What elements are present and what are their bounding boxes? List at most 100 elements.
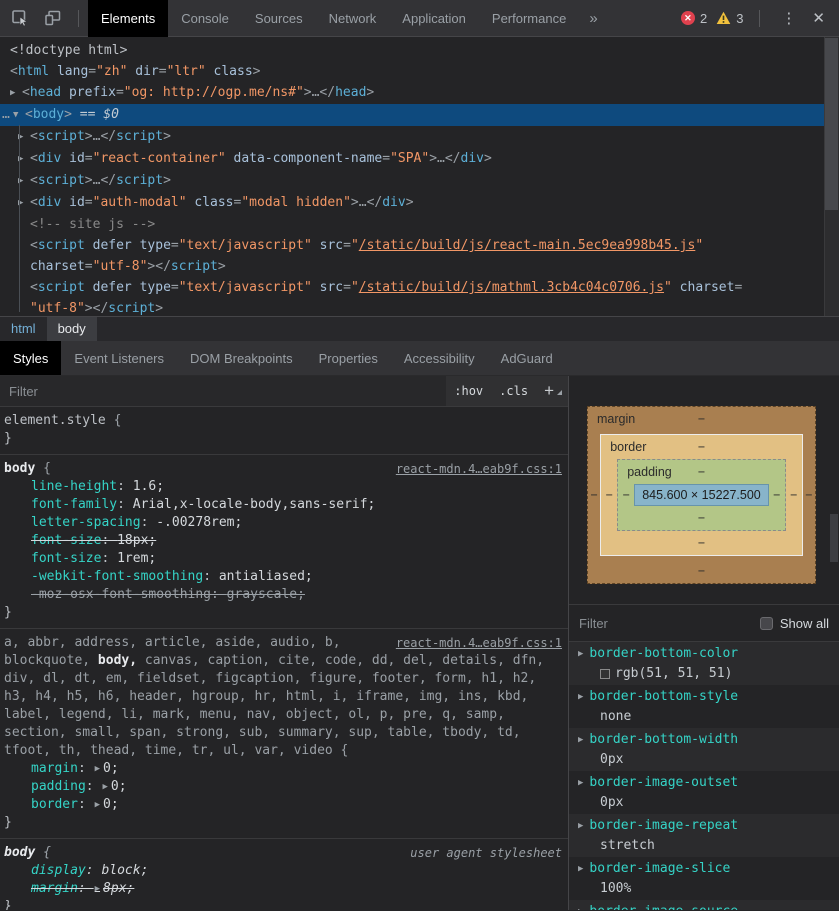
border-left-value[interactable]: − — [601, 488, 617, 502]
margin-right-value[interactable]: − — [803, 488, 815, 502]
computed-property-name[interactable]: ▶border-image-repeat — [578, 816, 839, 836]
dom-row-auth-modal[interactable]: ▶<div id="auth-modal" class="modal hidde… — [0, 192, 824, 214]
inspect-element-icon[interactable] — [7, 5, 33, 31]
dom-row-script[interactable]: ▶<script>…</script> — [0, 126, 824, 148]
breadcrumb-html[interactable]: html — [0, 317, 47, 341]
tab-console[interactable]: Console — [168, 0, 242, 37]
close-icon[interactable]: ✕ — [808, 9, 839, 27]
css-property[interactable]: margin: ▶8px; — [4, 880, 562, 898]
collapse-arrow-icon[interactable]: ▼ — [13, 105, 25, 126]
tab-elements[interactable]: Elements — [88, 0, 168, 37]
error-count[interactable]: 2 — [700, 11, 707, 26]
dom-row-doctype[interactable]: <!doctype html> — [0, 40, 824, 61]
dom-row-script[interactable]: ▶<script>…</script> — [0, 170, 824, 192]
dom-row-react-container[interactable]: ▶<div id="react-container" data-componen… — [0, 148, 824, 170]
css-property[interactable]: letter-spacing: -.00278rem; — [4, 514, 562, 532]
dom-row-script-react-main-cont[interactable]: charset="utf-8"></script> — [0, 256, 824, 277]
expand-arrow-icon[interactable]: ▶ — [578, 907, 583, 910]
margin-bottom-value[interactable]: − — [698, 564, 705, 578]
css-property[interactable]: font-size: 1rem; — [4, 550, 562, 568]
computed-property[interactable]: ▶border-bottom-colorrgb(51, 51, 51) — [569, 642, 839, 685]
toggle-hover-state-button[interactable]: :hov — [446, 384, 491, 398]
sidebar-tab-accessibility[interactable]: Accessibility — [391, 341, 488, 375]
expand-value-icon[interactable]: ▶ — [95, 884, 100, 894]
computed-property-name[interactable]: ▶border-bottom-color — [578, 644, 839, 664]
expand-arrow-icon[interactable]: ▶ — [578, 735, 583, 745]
sidebar-tab-dom-breakpoints[interactable]: DOM Breakpoints — [177, 341, 306, 375]
tab-network[interactable]: Network — [316, 0, 390, 37]
new-style-rule-button[interactable]: + — [536, 381, 568, 401]
computed-property-name[interactable]: ▶border-bottom-style — [578, 687, 839, 707]
sidebar-tab-event-listeners[interactable]: Event Listeners — [61, 341, 177, 375]
border-top-value[interactable]: − — [698, 440, 705, 454]
expand-arrow-icon[interactable]: ▶ — [10, 83, 22, 104]
dom-scrollbar-thumb[interactable] — [825, 38, 838, 210]
expand-arrow-icon[interactable]: ▶ — [578, 649, 583, 659]
css-property[interactable]: font-family: Arial,x-locale-body,sans-se… — [4, 496, 562, 514]
box-model-content[interactable]: 845.600 × 15227.500 — [634, 484, 769, 506]
computed-property-name[interactable]: ▶border-image-outset — [578, 773, 839, 793]
computed-property[interactable]: ▶border-image-outset0px — [569, 771, 839, 814]
border-right-value[interactable]: − — [786, 488, 802, 502]
dom-scrollbar-track[interactable] — [824, 37, 839, 316]
computed-property[interactable]: ▶border-bottom-width0px — [569, 728, 839, 771]
box-model-margin[interactable]: margin − − border − − — [587, 406, 816, 584]
toggle-class-button[interactable]: .cls — [491, 384, 536, 398]
expand-arrow-icon[interactable]: ▶ — [578, 864, 583, 874]
computed-property-name[interactable]: ▶border-image-slice — [578, 859, 839, 879]
box-model-padding[interactable]: padding − − 845.600 × 15227.500 − — [617, 459, 786, 531]
css-property[interactable]: margin: ▶0; — [4, 760, 562, 778]
dom-row-script-mathml[interactable]: <script defer type="text/javascript" src… — [0, 277, 824, 298]
expand-value-icon[interactable]: ▶ — [102, 782, 107, 792]
computed-property[interactable]: ▶border-image-source — [569, 900, 839, 910]
css-property[interactable]: border: ▶0; — [4, 796, 562, 814]
rule-selector[interactable]: react-mdn.4…eab9f.css:1a, abbr, address,… — [4, 634, 562, 760]
rule-selector[interactable]: user agent stylesheetbody { — [4, 844, 562, 862]
css-property[interactable]: font-size: 18px; — [4, 532, 562, 550]
dom-row-script-mathml-cont[interactable]: "utf-8"></script> — [0, 298, 824, 316]
rule-selector[interactable]: element.style { — [4, 412, 562, 430]
more-panels-icon[interactable]: » — [579, 0, 607, 37]
padding-left-value[interactable]: − — [618, 488, 634, 502]
padding-right-value[interactable]: − — [769, 488, 785, 502]
tab-performance[interactable]: Performance — [479, 0, 579, 37]
css-property[interactable]: -moz-osx-font-smoothing: grayscale; — [4, 586, 562, 604]
expand-arrow-icon[interactable]: ▶ — [578, 821, 583, 831]
breadcrumb-body[interactable]: body — [47, 317, 97, 341]
computed-property[interactable]: ▶border-image-repeatstretch — [569, 814, 839, 857]
computed-property[interactable]: ▶border-bottom-stylenone — [569, 685, 839, 728]
dom-row-script-react-main[interactable]: <script defer type="text/javascript" src… — [0, 235, 824, 256]
expand-value-icon[interactable]: ▶ — [95, 764, 100, 774]
css-property[interactable]: padding: ▶0; — [4, 778, 562, 796]
computed-property-name[interactable]: ▶border-bottom-width — [578, 730, 839, 750]
dom-row-head[interactable]: ▶<head prefix="og: http://ogp.me/ns#">…<… — [0, 82, 824, 104]
css-property[interactable]: display: block; — [4, 862, 562, 880]
margin-top-value[interactable]: − — [698, 412, 705, 426]
sidebar-scrollbar-thumb[interactable] — [830, 514, 838, 562]
padding-top-value[interactable]: − — [698, 465, 705, 479]
dom-row-html[interactable]: <html lang="zh" dir="ltr" class> — [0, 61, 824, 82]
box-model-border[interactable]: border − − padding — [600, 434, 803, 556]
computed-property-name[interactable]: ▶border-image-source — [578, 902, 839, 910]
computed-filter-input[interactable] — [579, 616, 760, 631]
dom-row-comment[interactable]: <!-- site js --> — [0, 214, 824, 235]
sidebar-tab-adguard[interactable]: AdGuard — [488, 341, 566, 375]
computed-property[interactable]: ▶border-image-slice100% — [569, 857, 839, 900]
warning-badge-icon[interactable] — [716, 11, 731, 25]
device-toolbar-icon[interactable] — [40, 5, 66, 31]
margin-left-value[interactable]: − — [588, 488, 600, 502]
css-property[interactable]: -webkit-font-smoothing: antialiased; — [4, 568, 562, 586]
styles-filter-input[interactable] — [0, 376, 446, 406]
warning-count[interactable]: 3 — [736, 11, 743, 26]
stylesheet-source-link[interactable]: react-mdn.4…eab9f.css:1 — [396, 460, 562, 478]
sidebar-tab-properties[interactable]: Properties — [306, 341, 391, 375]
show-all-toggle[interactable]: Show all — [760, 616, 829, 631]
rule-selector[interactable]: react-mdn.4…eab9f.css:1body { — [4, 460, 562, 478]
sidebar-tab-styles[interactable]: Styles — [0, 341, 61, 375]
css-property[interactable]: line-height: 1.6; — [4, 478, 562, 496]
tab-sources[interactable]: Sources — [242, 0, 316, 37]
expand-value-icon[interactable]: ▶ — [95, 800, 100, 810]
stylesheet-source-link[interactable]: react-mdn.4…eab9f.css:1 — [396, 634, 562, 652]
resource-link[interactable]: /static/build/js/mathml.3cb4c04c0706.js — [359, 280, 664, 295]
more-options-icon[interactable]: ⋮ — [769, 9, 808, 27]
